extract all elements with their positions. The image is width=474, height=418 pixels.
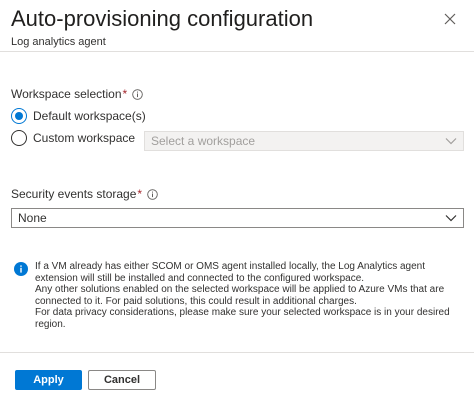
security-events-value: None (18, 211, 47, 225)
radio-button-checked[interactable] (11, 108, 27, 124)
workspace-select: Select a workspace (144, 131, 464, 151)
required-mark: * (122, 87, 128, 101)
info-icon (14, 262, 28, 276)
info-message-text: If a VM already has either SCOM or OMS a… (35, 261, 465, 330)
close-icon (444, 13, 456, 25)
radio-label-default: Default workspace(s) (33, 109, 146, 123)
workspace-select-placeholder: Select a workspace (151, 134, 256, 148)
close-button[interactable] (439, 8, 461, 30)
radio-custom-workspace[interactable]: Custom workspace (11, 130, 135, 146)
footer-divider (0, 352, 474, 353)
info-icon[interactable] (132, 88, 143, 100)
security-events-text: Security events storage (11, 187, 137, 201)
security-events-label: Security events storage * (11, 186, 158, 202)
workspace-selection-label: Workspace selection * (11, 86, 143, 102)
info-line: Any other solutions enabled on the selec… (35, 284, 445, 307)
page-title: Auto-provisioning configuration (11, 6, 314, 31)
header-divider (0, 51, 474, 52)
page-subtitle: Log analytics agent (11, 36, 106, 48)
chevron-down-icon (445, 137, 457, 145)
info-line: If a VM already has either SCOM or OMS a… (35, 261, 426, 284)
info-line: For data privacy considerations, please … (35, 307, 450, 330)
chevron-down-icon (445, 214, 457, 222)
radio-button-unchecked[interactable] (11, 130, 27, 146)
radio-default-workspace[interactable]: Default workspace(s) (11, 108, 146, 124)
security-events-select[interactable]: None (11, 208, 464, 228)
info-icon[interactable] (147, 188, 158, 200)
panel-header: Auto-provisioning configuration Log anal… (11, 5, 463, 51)
apply-button[interactable]: Apply (15, 370, 82, 390)
required-mark: * (137, 187, 143, 201)
cancel-button[interactable]: Cancel (88, 370, 156, 390)
workspace-selection-text: Workspace selection (11, 87, 122, 101)
radio-label-custom: Custom workspace (33, 131, 136, 145)
